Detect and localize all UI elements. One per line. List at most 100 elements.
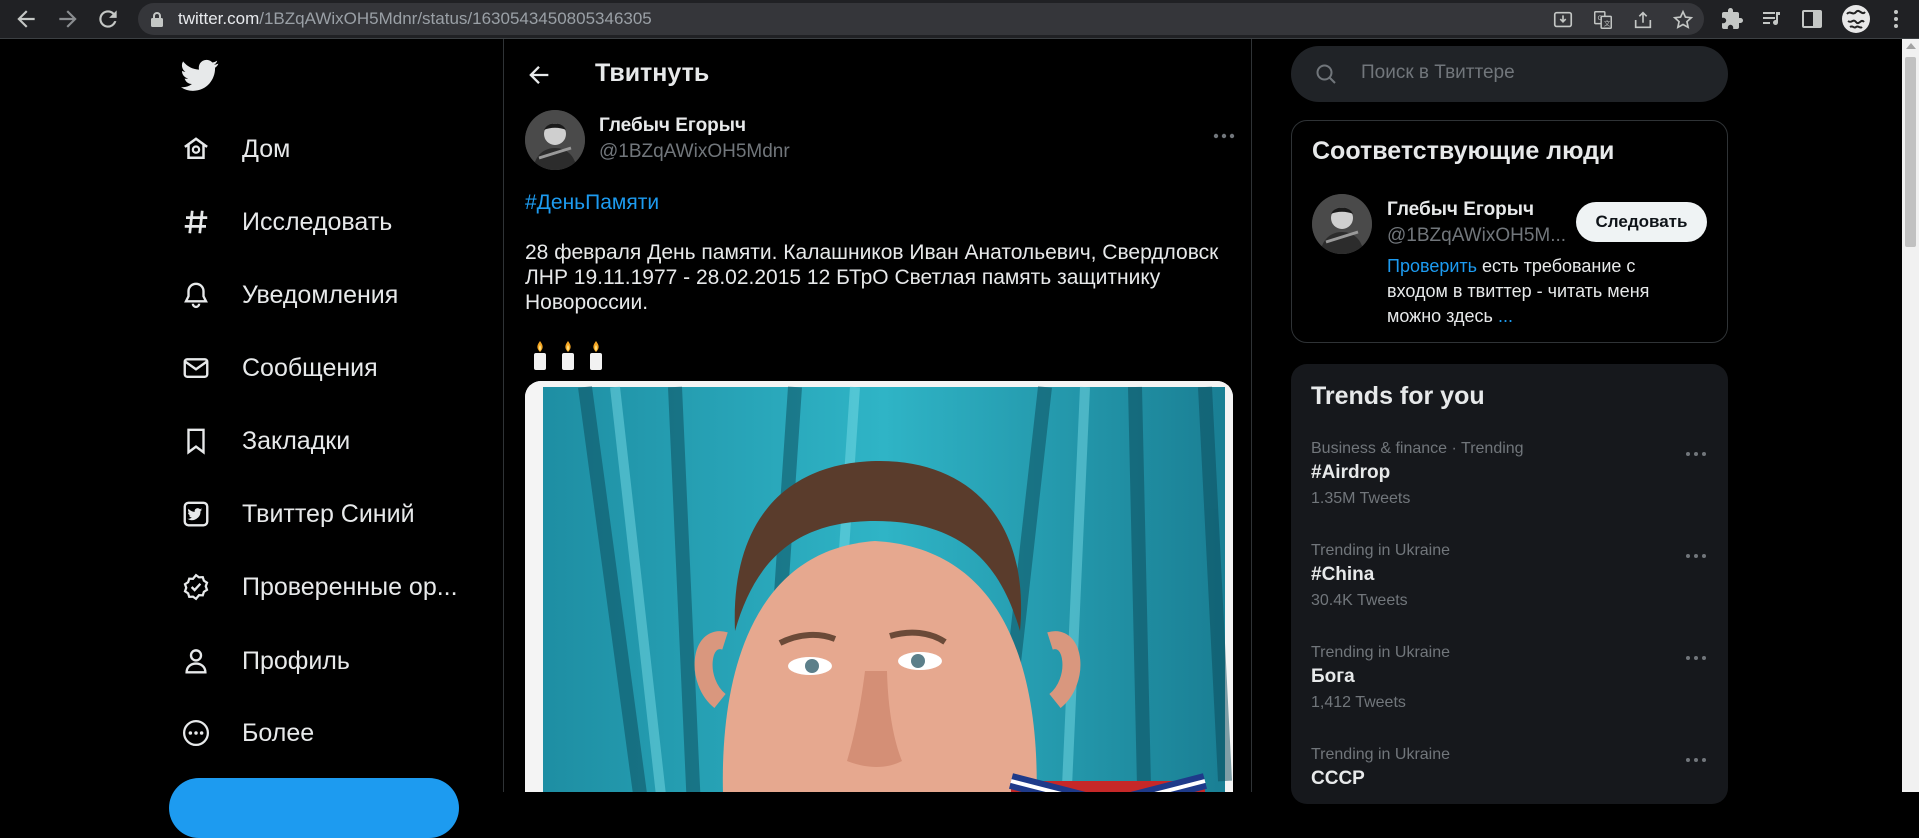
search-placeholder: Поиск в Твиттере: [1361, 62, 1515, 83]
trends-title: Trends for you: [1311, 382, 1485, 410]
page-title: Твитнуть: [595, 59, 710, 87]
trends-card: Trends for you Business & finance · Tren…: [1291, 364, 1728, 804]
tweet-text-line-3: Новороссии.: [525, 291, 649, 314]
nav-messages-label: Сообщения: [242, 353, 378, 382]
person-name[interactable]: Глебыч Егорыч: [1387, 199, 1534, 221]
tweet-hashtag[interactable]: #ДеньПамяти: [525, 191, 659, 215]
home-icon: [180, 133, 212, 165]
nav-notifications[interactable]: Уведомления: [180, 267, 398, 323]
more-circle-icon: [180, 717, 212, 749]
trend-more-icon[interactable]: [1683, 445, 1709, 463]
trend-more-icon[interactable]: [1683, 751, 1709, 769]
bell-icon: [180, 279, 212, 311]
nav-bookmarks-label: Закладки: [242, 426, 351, 455]
nav-messages[interactable]: Сообщения: [180, 340, 378, 396]
search-input[interactable]: Поиск в Твиттере: [1291, 46, 1728, 102]
scroll-up-arrow-icon[interactable]: [1906, 43, 1916, 49]
nav-profile-label: Профиль: [242, 646, 350, 675]
tweet-more-icon[interactable]: [1209, 126, 1239, 146]
extensions-icon[interactable]: [1720, 7, 1744, 31]
nav-verified-orgs-label: Проверенные ор...: [242, 572, 458, 601]
trend-count: 1.35M Tweets: [1311, 490, 1411, 507]
portrait-image: [525, 381, 1233, 792]
forward-icon[interactable]: [55, 6, 81, 32]
left-sidebar: Дом Исследовать Уведомления Сообщения За…: [0, 39, 503, 838]
nav-profile[interactable]: Профиль: [180, 633, 350, 689]
candle-emojis: [529, 339, 607, 371]
nav-bookmarks[interactable]: Закладки: [180, 413, 350, 469]
trend-context: Trending in Ukraine: [1311, 644, 1451, 661]
bio-more-link[interactable]: ...: [1498, 306, 1513, 326]
nav-verified-orgs[interactable]: Проверенные ор...: [180, 559, 458, 615]
nav-more-label: Более: [242, 718, 315, 747]
profile-icon[interactable]: [1841, 4, 1871, 34]
tweet-photo[interactable]: [525, 381, 1233, 792]
trend-more-icon[interactable]: [1683, 547, 1709, 565]
page-scrollbar[interactable]: [1902, 39, 1919, 792]
lock-icon[interactable]: [150, 11, 164, 27]
tweet-text: 28 февраля День памяти. Калашников Иван …: [525, 240, 1235, 315]
nav-home-label: Дом: [242, 134, 291, 163]
person-handle[interactable]: @1BZqAWixOH5M...: [1387, 225, 1566, 247]
back-arrow-icon[interactable]: [525, 61, 553, 89]
url-domain: twitter.com: [178, 9, 260, 28]
trend-context: Trending in Ukraine: [1311, 746, 1451, 763]
install-icon[interactable]: [1552, 9, 1574, 31]
media-icon[interactable]: [1760, 7, 1784, 31]
trend-name: Бога: [1311, 666, 1355, 687]
trend-more-icon[interactable]: [1683, 649, 1709, 667]
avatar[interactable]: [1312, 194, 1372, 254]
nav-twitter-blue-label: Твиттер Синий: [242, 499, 415, 528]
trend-name: СССР: [1311, 768, 1365, 789]
nav-explore[interactable]: Исследовать: [180, 194, 392, 250]
relevant-people-title: Соответствующие люди: [1312, 137, 1615, 165]
menu-icon[interactable]: [1884, 7, 1908, 31]
hashtag-icon: [180, 206, 212, 238]
sidepanel-icon[interactable]: [1800, 7, 1824, 31]
author-handle[interactable]: @1BZqAWixOH5Mdnr: [599, 141, 790, 163]
tweet-text-line-1: 28 февраля День памяти. Калашников Иван …: [525, 241, 1219, 264]
star-icon[interactable]: [1672, 9, 1694, 31]
author-name[interactable]: Глебыч Егорыч: [599, 115, 746, 137]
verified-org-icon: [180, 571, 212, 603]
candle-icon: [562, 341, 574, 370]
trend-item[interactable]: Trending in Ukraine СССР: [1311, 746, 1711, 790]
envelope-icon: [180, 352, 212, 384]
bio-link[interactable]: Проверить: [1387, 256, 1477, 276]
person-icon: [180, 645, 212, 677]
bookmark-icon: [180, 425, 212, 457]
url-text[interactable]: twitter.com/1BZqAWixOH5Mdnr/status/16305…: [178, 9, 652, 29]
scroll-thumb[interactable]: [1905, 57, 1916, 247]
address-bar[interactable]: twitter.com/1BZqAWixOH5Mdnr/status/16305…: [138, 3, 1704, 35]
candle-icon: [534, 341, 546, 370]
person-bio: Проверить есть требование с входом в тви…: [1387, 254, 1687, 329]
candle-icon: [590, 341, 602, 370]
tweet-button[interactable]: [169, 778, 459, 838]
twitter-logo-icon[interactable]: [181, 56, 219, 94]
trend-count: 30.4K Tweets: [1311, 592, 1408, 609]
nav-home[interactable]: Дом: [180, 121, 290, 177]
reload-icon[interactable]: [95, 6, 121, 32]
trend-name: #China: [1311, 564, 1375, 585]
nav-explore-label: Исследовать: [242, 207, 393, 236]
browser-toolbar: twitter.com/1BZqAWixOH5Mdnr/status/16305…: [0, 0, 1919, 39]
trend-context: Business & finance · Trending: [1311, 440, 1524, 457]
main-column: Твитнуть Глебыч Егорыч @1BZqAWixOH5Mdnr …: [503, 39, 1252, 792]
trend-name: #Airdrop: [1311, 462, 1391, 483]
back-icon[interactable]: [13, 6, 39, 32]
translate-icon[interactable]: G文: [1592, 9, 1614, 31]
trend-item[interactable]: Business & finance · Trending #Airdrop 1…: [1311, 440, 1711, 508]
search-icon: [1316, 64, 1336, 84]
trend-item[interactable]: Trending in Ukraine #China 30.4K Tweets: [1311, 542, 1711, 610]
twitter-blue-icon: [180, 498, 212, 530]
share-icon[interactable]: [1632, 9, 1654, 31]
trend-count: 1,412 Tweets: [1311, 694, 1406, 711]
relevant-people-card: Соответствующие люди Глебыч Егорыч @1BZq…: [1291, 120, 1728, 343]
tweet-text-line-2: ЛНР 19.11.1977 - 28.02.2015 12 БТрО Свет…: [525, 266, 1161, 289]
nav-twitter-blue[interactable]: Твиттер Синий: [180, 486, 415, 542]
nav-more[interactable]: Более: [180, 705, 314, 761]
avatar[interactable]: [525, 110, 585, 170]
trend-item[interactable]: Trending in Ukraine Бога 1,412 Tweets: [1311, 644, 1711, 712]
trend-context: Trending in Ukraine: [1311, 542, 1451, 559]
follow-button[interactable]: Следовать: [1576, 202, 1707, 242]
